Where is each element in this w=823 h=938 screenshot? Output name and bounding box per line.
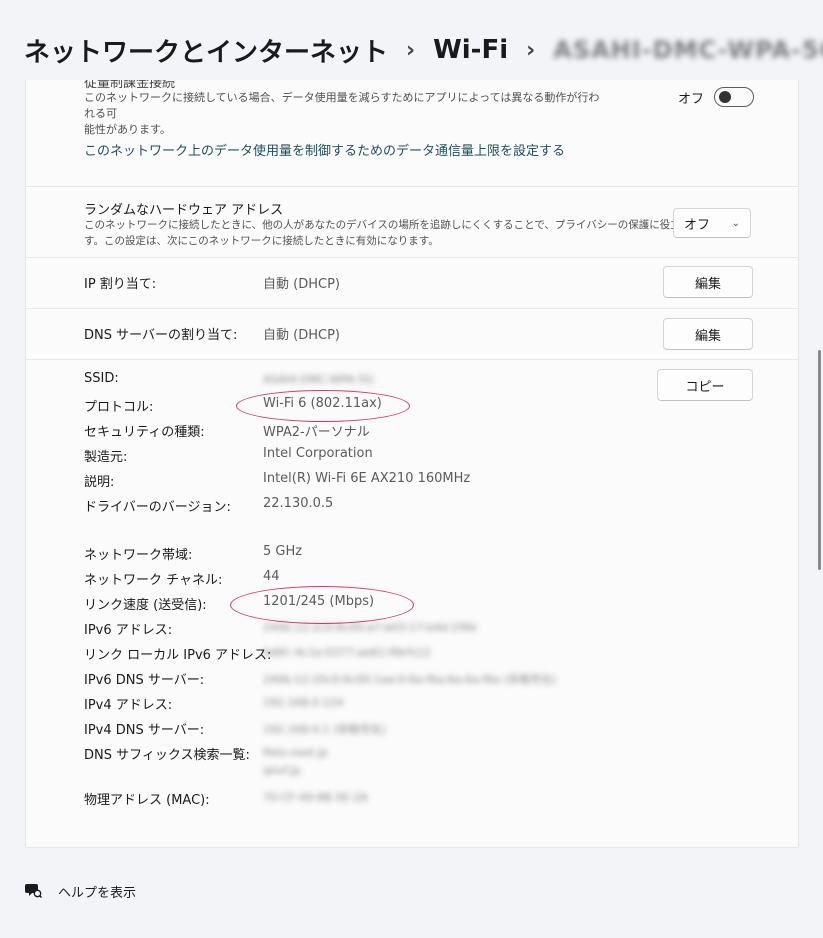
property-value: 192.168.0.124 xyxy=(263,696,344,709)
property-label: ネットワーク帯域: xyxy=(84,548,193,563)
property-label: IPv4 アドレス: xyxy=(84,698,173,713)
breadcrumb-separator: › xyxy=(406,37,416,63)
property-label: プロトコル: xyxy=(84,400,154,415)
property-value: 70-CF-49-8B-5E-2A xyxy=(263,791,368,804)
help-label: ヘルプを表示 xyxy=(58,885,137,901)
property-label: 物理アドレス (MAC): xyxy=(84,793,210,808)
dns-assignment-row: DNS サーバーの割り当て: 自動 (DHCP) 編集 xyxy=(26,309,798,360)
property-value: fe80::4c1e:0377:ae61:f9b%12 xyxy=(263,646,431,659)
property-label: DNS サフィックス検索一覧: xyxy=(84,748,250,763)
dropdown-value: オフ xyxy=(684,217,711,233)
ip-assignment-row: IP 割り当て: 自動 (DHCP) 編集 xyxy=(26,258,798,309)
property-value: flets-east.jp xyxy=(263,746,328,759)
toggle-knob xyxy=(719,91,731,103)
metered-toggle[interactable] xyxy=(714,87,754,107)
breadcrumb: ネットワークとインターネット › Wi-Fi › ASAHI-DMC-WPA-5… xyxy=(24,30,823,70)
property-value: 240b:12:20c0:6c00:1aa:0:6a:f6a:6a:6a:f6a… xyxy=(263,673,557,686)
property-label: ネットワーク チャネル: xyxy=(84,573,223,588)
random-mac-description: このネットワークに接続したときに、他の人があなたのデバイスの場所を追跡しにくくす… xyxy=(84,219,702,247)
property-label: セキュリティの種類: xyxy=(84,425,205,440)
help-link[interactable]: ヘルプを表示 xyxy=(24,880,136,902)
property-value-secondary: iptvf.jp xyxy=(263,764,301,777)
data-limit-link[interactable]: このネットワーク上のデータ使用量を制御するためのデータ通信量上限を設定する xyxy=(84,140,565,159)
property-label: リンク ローカル IPv6 アドレス: xyxy=(84,648,272,663)
scrollbar[interactable] xyxy=(818,350,821,570)
ip-edit-button[interactable]: 編集 xyxy=(663,266,753,298)
property-value: Intel Corporation xyxy=(263,446,373,461)
property-value: 192.168.0.1 (非暗号化) xyxy=(263,723,386,736)
property-value: 22.130.0.5 xyxy=(263,496,334,511)
network-properties-panel: 従量制課金接続 このネットワークに接続している場合、データ使用量を減らすためにア… xyxy=(25,80,799,848)
property-label: IPv6 アドレス: xyxy=(84,623,173,638)
dns-edit-button[interactable]: 編集 xyxy=(663,318,753,350)
property-label: IPv4 DNS サーバー: xyxy=(84,723,205,738)
chevron-down-icon: ⌄ xyxy=(731,217,740,229)
annotation-oval-protocol xyxy=(236,390,410,422)
breadcrumb-current[interactable]: Wi-Fi xyxy=(433,35,508,65)
property-value: 44 xyxy=(263,569,280,584)
property-label: IPv6 DNS サーバー: xyxy=(84,673,205,688)
random-mac-dropdown[interactable]: オフ ⌄ xyxy=(673,208,751,238)
property-label: リンク速度 (送受信): xyxy=(84,598,207,613)
metered-title: 従量制課金接続 xyxy=(84,76,176,91)
help-icon xyxy=(24,880,46,902)
property-label: 説明: xyxy=(84,475,115,490)
property-value: 5 GHz xyxy=(263,544,303,559)
properties-block: コピー SSID: ASAHI-DMC-WPA-5G プロトコル: Wi-Fi 6 (… xyxy=(26,360,798,847)
property-label: ドライバーのバージョン: xyxy=(84,500,231,515)
metered-description: このネットワークに接続している場合、データ使用量を減らすためにアプリによっては異… xyxy=(84,91,600,136)
dns-assignment-value: 自動 (DHCP) xyxy=(263,328,340,343)
property-value: WPA2-パーソナル xyxy=(263,425,370,440)
metered-connection-row: 従量制課金接続 このネットワークに接続している場合、データ使用量を減らすためにア… xyxy=(26,80,798,187)
breadcrumb-network-name: ASAHI-DMC-WPA-5G xyxy=(553,36,823,64)
annotation-oval-link-speed xyxy=(230,586,414,624)
dns-assignment-label: DNS サーバーの割り当て: xyxy=(84,328,238,343)
property-label: SSID: xyxy=(84,371,119,386)
ip-assignment-label: IP 割り当て: xyxy=(84,277,157,292)
property-value: Intel(R) Wi-Fi 6E AX210 160MHz xyxy=(263,471,471,486)
metered-toggle-label: オフ xyxy=(678,92,705,107)
random-mac-title: ランダムなハードウェア アドレス xyxy=(84,203,284,218)
property-label: 製造元: xyxy=(84,450,128,465)
copy-button[interactable]: コピー xyxy=(657,369,753,401)
random-hardware-address-row: ランダムなハードウェア アドレス このネットワークに接続したときに、他の人があな… xyxy=(26,187,798,258)
property-value: ASAHI-DMC-WPA-5G xyxy=(263,373,374,386)
ip-assignment-value: 自動 (DHCP) xyxy=(263,277,340,292)
breadcrumb-parent[interactable]: ネットワークとインターネット xyxy=(24,32,388,69)
breadcrumb-separator: › xyxy=(526,37,536,63)
